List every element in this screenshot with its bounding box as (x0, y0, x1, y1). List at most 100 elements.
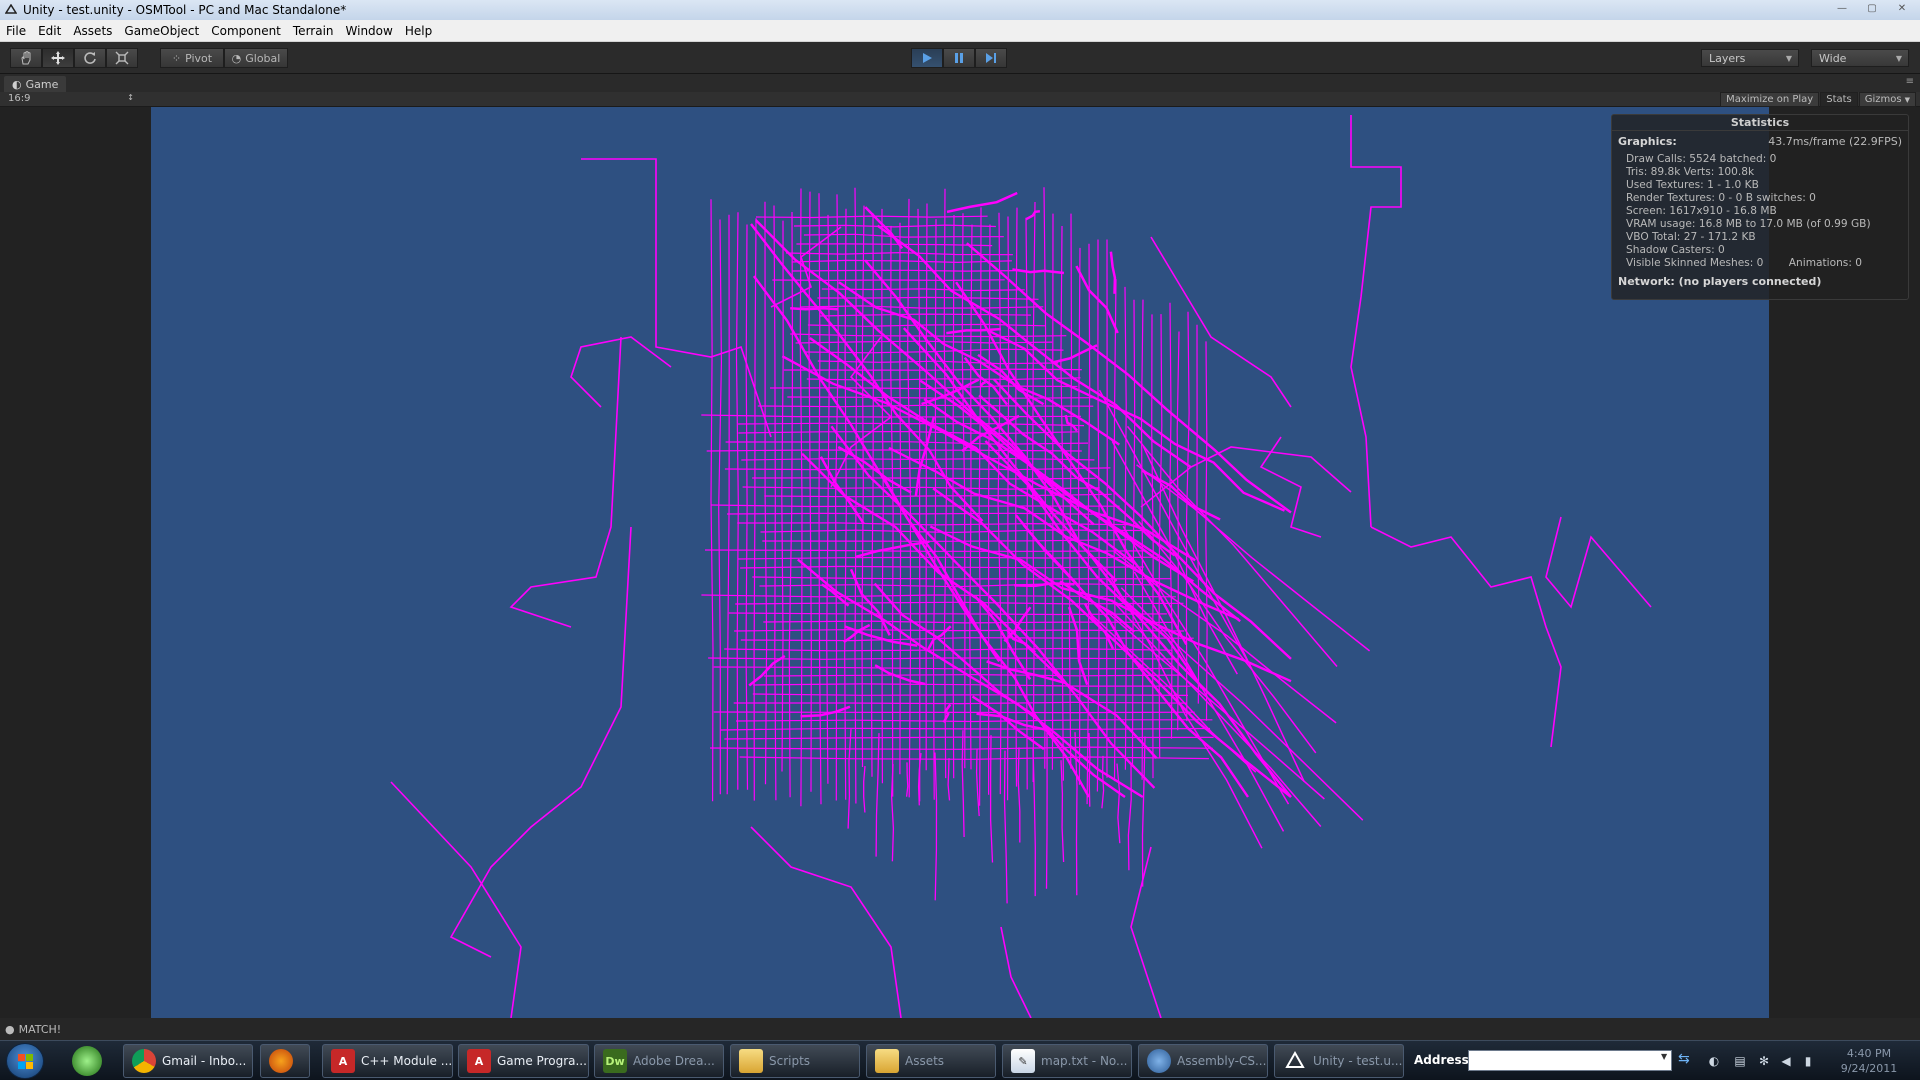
task-assets-folder[interactable]: Assets (866, 1044, 996, 1078)
chevron-down-icon[interactable]: ▼ (1661, 1052, 1667, 1061)
rotate-icon (84, 52, 96, 64)
gizmos-label: Gizmos (1864, 94, 1902, 105)
move-tool-button[interactable] (42, 48, 74, 68)
pdf-icon: A (331, 1049, 355, 1073)
road-segment (800, 705, 851, 718)
task-cpp-module[interactable]: A C++ Module ... (322, 1044, 453, 1078)
road-segment (1109, 251, 1117, 294)
task-label: C++ Module ... (361, 1054, 453, 1068)
menu-help[interactable]: Help (399, 24, 438, 38)
layout-dropdown[interactable]: Wide ▼ (1811, 49, 1909, 67)
layers-dropdown[interactable]: Layers ▼ (1701, 49, 1799, 67)
step-button[interactable] (975, 48, 1007, 68)
menu-gameobject[interactable]: GameObject (118, 24, 205, 38)
menu-file[interactable]: File (0, 24, 32, 38)
road-segment (772, 279, 1005, 282)
chevron-down-icon: ▼ (1904, 95, 1910, 104)
task-unity[interactable]: Unity - test.u... (1274, 1044, 1404, 1078)
tray-toggle-icon[interactable]: ◐ (1707, 1054, 1721, 1068)
volume-icon[interactable]: ◀ (1779, 1054, 1793, 1068)
firefox-icon (269, 1049, 293, 1073)
address-label: Address (1414, 1053, 1469, 1067)
road-segment (713, 711, 1195, 714)
go-arrow-icon[interactable]: ⇆ (1678, 1051, 1690, 1067)
task-dreamweaver[interactable]: Dw Adobe Drea... (594, 1044, 724, 1078)
task-scripts-folder[interactable]: Scripts (730, 1044, 860, 1078)
road-segment (760, 529, 1144, 534)
road-segment (989, 735, 994, 863)
maximize-button[interactable]: ▢ (1858, 0, 1886, 16)
status-bar[interactable]: ● MATCH! (0, 1018, 1920, 1040)
game-viewport[interactable] (151, 107, 1769, 1018)
road-segment (769, 385, 1078, 390)
menu-assets[interactable]: Assets (67, 24, 118, 38)
start-button[interactable] (6, 1043, 44, 1079)
tray-dropbox-icon[interactable]: ✻ (1757, 1054, 1771, 1068)
scale-icon (115, 51, 129, 65)
road-segment (864, 206, 904, 250)
layers-label: Layers (1709, 51, 1746, 65)
stat-line: Screen: 1617x910 - 16.8 MB (1626, 205, 1777, 217)
road-segment (821, 583, 850, 607)
stat-line: Draw Calls: 5524 batched: 0 (1626, 153, 1777, 165)
panel-menu-icon[interactable]: ≡ (1906, 76, 1914, 87)
menu-terrain[interactable]: Terrain (287, 24, 340, 38)
road-segment (1000, 926, 1032, 1018)
road-segment (735, 719, 1213, 723)
road-segment (726, 214, 730, 795)
rotate-tool-button[interactable] (74, 48, 106, 68)
task-monodevelop[interactable]: Assembly-CS... (1138, 1044, 1268, 1078)
chevron-down-icon: ▼ (1785, 53, 1792, 63)
menu-component[interactable]: Component (205, 24, 287, 38)
pivot-button[interactable]: ⁘ Pivot (160, 48, 224, 68)
road-segment (738, 422, 1085, 427)
global-button[interactable]: ◔ Global (224, 48, 288, 68)
road-segment (757, 404, 1094, 408)
stat-line: VBO Total: 27 - 171.2 KB (1626, 231, 1756, 243)
tab-game[interactable]: ◐ Game (4, 76, 67, 92)
minimize-button[interactable]: — (1828, 0, 1856, 16)
pause-button[interactable] (943, 48, 975, 68)
road-segment (737, 522, 1131, 526)
task-game-programming[interactable]: A Game Progra... (458, 1044, 589, 1078)
road-segment (1012, 268, 1065, 275)
task-firefox[interactable] (260, 1044, 310, 1078)
address-input[interactable] (1468, 1050, 1672, 1071)
menu-edit[interactable]: Edit (32, 24, 67, 38)
road-segment (701, 594, 1176, 598)
task-label: Assembly-CS... (1177, 1054, 1267, 1068)
road-segment (753, 218, 757, 801)
dreamweaver-icon: Dw (603, 1049, 627, 1073)
hand-tool-button[interactable] (10, 48, 42, 68)
maximize-on-play-button[interactable]: Maximize on Play (1720, 92, 1820, 107)
road-segment (817, 296, 1039, 300)
quick-launch-icon[interactable] (72, 1046, 102, 1076)
scale-tool-button[interactable] (106, 48, 138, 68)
tray-device-icon[interactable]: ▤ (1733, 1054, 1747, 1068)
pdf-icon: A (467, 1049, 491, 1073)
global-label: Global (245, 51, 281, 65)
road-segment (745, 224, 749, 790)
road-segment (997, 212, 1002, 795)
task-notepad[interactable]: ✎ map.txt - No... (1002, 1044, 1132, 1078)
tab-game-label: Game (25, 77, 59, 91)
aspect-ratio-dropdown[interactable]: 16:9 ↕ (8, 93, 134, 106)
chrome-icon (132, 1049, 156, 1073)
close-button[interactable]: ✕ (1888, 0, 1916, 16)
system-clock[interactable]: 4:40 PM 9/24/2011 (1824, 1046, 1914, 1076)
network-icon[interactable]: ▮ (1801, 1054, 1815, 1068)
gizmos-button[interactable]: Gizmos ▼ (1858, 92, 1916, 107)
stats-button[interactable]: Stats (1820, 92, 1858, 107)
play-button[interactable] (911, 48, 943, 68)
play-icon (923, 53, 932, 63)
frame-time: 43.7ms/frame (22.9FPS) (1768, 135, 1902, 148)
task-gmail[interactable]: Gmail - Inbo... (123, 1044, 253, 1078)
road-segment (755, 215, 988, 219)
windows-logo-icon (18, 1062, 25, 1069)
clock-date: 9/24/2011 (1840, 1062, 1898, 1075)
road-segment (509, 336, 622, 628)
menu-window[interactable]: Window (340, 24, 399, 38)
road-segment (806, 377, 1081, 381)
road-segment (934, 752, 938, 901)
road-segment (1127, 764, 1132, 871)
